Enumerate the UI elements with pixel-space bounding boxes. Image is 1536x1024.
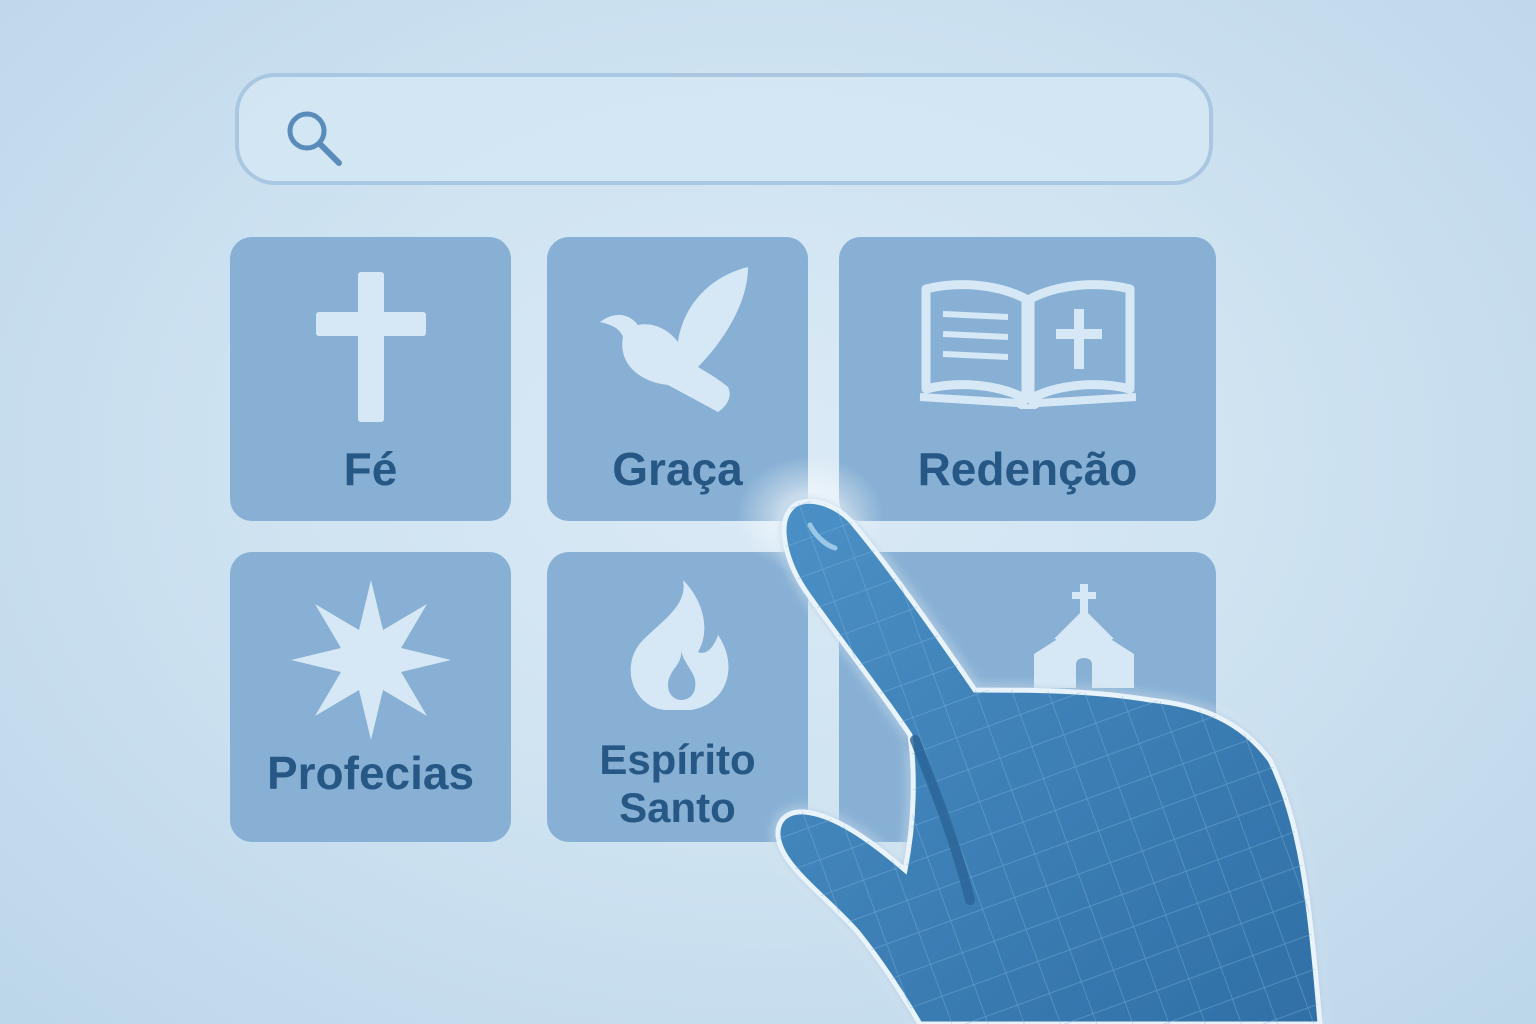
search-input[interactable] [369, 97, 1169, 163]
tile-redencao[interactable]: Redenção [839, 237, 1216, 521]
tile-espirito-santo[interactable]: Espírito Santo [547, 552, 808, 842]
tile-label: Redenção [917, 443, 1138, 495]
tile-label-line1: Espírito [599, 736, 756, 783]
flame-icon [630, 580, 728, 710]
cross-icon [315, 272, 426, 422]
touch-highlight [735, 455, 885, 575]
tile-label: Profecias [266, 747, 475, 799]
church-icon [1034, 584, 1134, 688]
tile-fe[interactable]: Fé [230, 237, 511, 521]
search-icon [287, 111, 342, 166]
tile-label: Fé [343, 443, 398, 495]
tile-igreja[interactable] [839, 552, 1216, 842]
dove-icon [599, 267, 748, 412]
star-icon [290, 580, 451, 740]
tile-profecias[interactable]: Profecias [230, 552, 511, 842]
open-bible-icon [919, 280, 1136, 409]
tile-label-line2: Santo [619, 784, 736, 831]
search-bar[interactable] [235, 73, 1213, 185]
